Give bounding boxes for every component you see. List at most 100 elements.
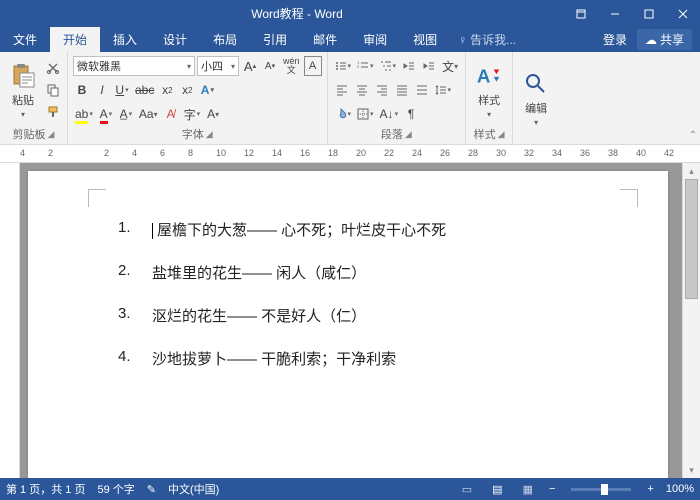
tell-me-label: 告诉我...	[470, 31, 516, 48]
zoom-out-button[interactable]: −	[549, 483, 555, 495]
scroll-up-button[interactable]: ▴	[683, 163, 700, 179]
list-item[interactable]: 3.沤烂的花生—— 不是好人（仁）	[118, 305, 608, 326]
char-scale-button[interactable]: A▾	[204, 104, 222, 124]
scroll-track[interactable]	[683, 179, 700, 462]
tab-mail[interactable]: 邮件	[300, 27, 350, 52]
cut-button[interactable]	[44, 58, 62, 78]
list-number: 1.	[118, 219, 136, 240]
scroll-down-button[interactable]: ▾	[683, 462, 700, 478]
styles-dialog-launcher[interactable]: ◢	[498, 129, 505, 140]
shading-button[interactable]	[333, 104, 354, 124]
ruler-tick: 40	[636, 148, 646, 158]
font-size-combo[interactable]: 小四▾	[197, 56, 239, 76]
underline-button[interactable]: U	[113, 80, 131, 100]
word-count[interactable]: 59 个字	[97, 481, 134, 497]
text-effects-button[interactable]: A	[198, 80, 216, 100]
align-center-button[interactable]	[353, 80, 371, 100]
scroll-thumb[interactable]	[685, 179, 698, 299]
page[interactable]: 1.屋檐下的大葱—— 心不死；叶烂皮干心不死 2.盐堆里的花生—— 闲人（咸仁） 3…	[28, 171, 668, 478]
editing-label: 编辑	[525, 100, 547, 116]
distribute-button[interactable]	[413, 80, 431, 100]
asian-layout-button[interactable]: 文▾	[440, 56, 460, 76]
close-icon[interactable]	[666, 0, 700, 27]
list-item[interactable]: 2.盐堆里的花生—— 闲人（咸仁）	[118, 262, 608, 283]
zoom-in-button[interactable]: +	[647, 483, 653, 495]
sort-button[interactable]: A↓	[378, 104, 401, 124]
clear-format-button[interactable]: A̸	[162, 104, 180, 124]
char-border-button[interactable]: A	[304, 56, 322, 76]
numbering-button[interactable]: 12	[355, 56, 376, 76]
align-left-button[interactable]	[333, 80, 351, 100]
text-cursor	[152, 223, 153, 239]
format-painter-button[interactable]	[44, 102, 62, 122]
title-bar: Word教程 - Word	[0, 0, 700, 27]
line-spacing-button[interactable]	[433, 80, 454, 100]
tab-insert[interactable]: 插入	[100, 27, 150, 52]
grow-font-button[interactable]: A▴	[241, 56, 259, 76]
language-indicator[interactable]: 中文(中国)	[168, 481, 219, 497]
italic-button[interactable]: I	[93, 80, 111, 100]
list-item[interactable]: 4.沙地拔萝卜—— 干脆利索；干净利索	[118, 348, 608, 369]
align-justify-button[interactable]	[393, 80, 411, 100]
borders-button[interactable]	[355, 104, 376, 124]
show-marks-button[interactable]: ¶	[402, 104, 420, 124]
shrink-font-button[interactable]: A▾	[261, 56, 279, 76]
font-color-button[interactable]: A	[97, 104, 115, 124]
page-indicator[interactable]: 第 1 页，共 1 页	[6, 481, 85, 497]
subscript-button[interactable]: x2	[158, 80, 176, 100]
strike-button[interactable]: abc	[133, 80, 156, 100]
tell-me-search[interactable]: ♀ 告诉我...	[450, 27, 524, 52]
change-case-button[interactable]: Aa▾	[137, 104, 160, 124]
tab-home[interactable]: 开始	[50, 27, 100, 52]
enclose-char-button[interactable]: 字	[182, 104, 203, 124]
ruler-tick: 6	[160, 148, 165, 158]
bold-button[interactable]: B	[73, 80, 91, 100]
clipboard-dialog-launcher[interactable]: ◢	[48, 129, 55, 140]
spell-check-icon[interactable]: ✎	[147, 483, 156, 496]
phonetic-guide-button[interactable]: wén文	[281, 56, 302, 76]
font-name-combo[interactable]: 微软雅黑▾	[73, 56, 195, 76]
superscript-button[interactable]: x2	[178, 80, 196, 100]
zoom-slider[interactable]	[571, 488, 631, 491]
ruler-tick: 10	[216, 148, 226, 158]
maximize-icon[interactable]	[632, 0, 666, 27]
view-web-button[interactable]: ▦	[519, 483, 537, 496]
copy-button[interactable]	[44, 80, 62, 100]
styles-button[interactable]: A 样式▾	[471, 55, 507, 125]
view-print-button[interactable]: ▤	[488, 483, 506, 496]
zoom-knob[interactable]	[601, 484, 608, 495]
vertical-scrollbar[interactable]: ▴ ▾	[682, 163, 700, 478]
page-scroll[interactable]: 1.屋檐下的大葱—— 心不死；叶烂皮干心不死 2.盐堆里的花生—— 闲人（咸仁） 3…	[20, 163, 682, 478]
paste-button[interactable]: 粘贴 ▾	[5, 55, 41, 125]
char-shading-button[interactable]: A̲	[117, 104, 135, 124]
paragraph-dialog-launcher[interactable]: ◢	[405, 129, 412, 140]
font-dialog-launcher[interactable]: ◢	[206, 129, 213, 140]
tab-layout[interactable]: 布局	[200, 27, 250, 52]
multilevel-button[interactable]	[378, 56, 399, 76]
tab-review[interactable]: 审阅	[350, 27, 400, 52]
tab-design[interactable]: 设计	[150, 27, 200, 52]
bullets-button[interactable]	[333, 56, 354, 76]
tab-view[interactable]: 视图	[400, 27, 450, 52]
highlight-button[interactable]: ab	[73, 104, 95, 124]
align-right-button[interactable]	[373, 80, 391, 100]
ribbon-options-icon[interactable]	[564, 0, 598, 27]
zoom-value[interactable]: 100%	[666, 483, 694, 495]
list-number: 4.	[118, 348, 136, 369]
editing-button[interactable]: 编辑▾	[518, 55, 554, 141]
tab-file[interactable]: 文件	[0, 27, 50, 52]
minimize-icon[interactable]	[598, 0, 632, 27]
vertical-ruler[interactable]	[0, 163, 20, 478]
horizontal-ruler[interactable]: 4224681012141618202224262830323436384042	[0, 145, 700, 163]
decrease-indent-button[interactable]	[400, 56, 418, 76]
share-button[interactable]: ☁ 共享	[637, 29, 692, 50]
increase-indent-button[interactable]	[420, 56, 438, 76]
view-read-button[interactable]: ▭	[458, 483, 476, 496]
login-link[interactable]: 登录	[603, 31, 627, 48]
ruler-tick: 4	[20, 148, 25, 158]
list-item[interactable]: 1.屋檐下的大葱—— 心不死；叶烂皮干心不死	[118, 219, 608, 240]
tab-references[interactable]: 引用	[250, 27, 300, 52]
ruler-tick: 26	[440, 148, 450, 158]
collapse-ribbon-button[interactable]: ⌃	[686, 52, 700, 144]
ruler-tick: 28	[468, 148, 478, 158]
